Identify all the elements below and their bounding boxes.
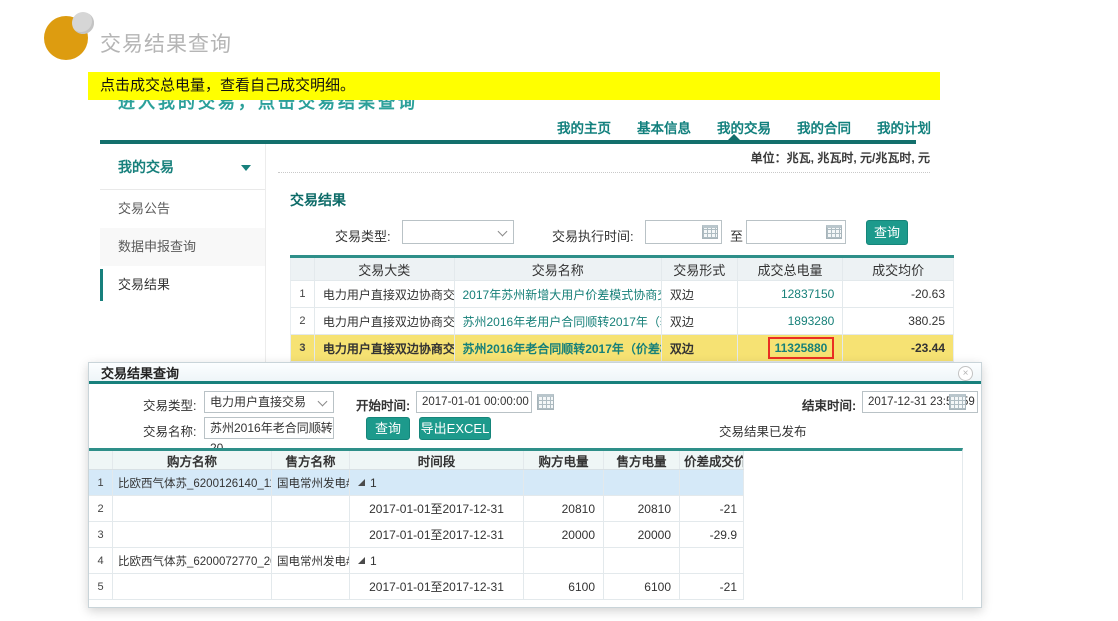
trade-name-link[interactable]: 2017年苏州新增大用户价差模式协商交易	[463, 286, 662, 303]
calendar-icon[interactable]	[702, 225, 718, 239]
sidebar-item-trade-notice[interactable]: 交易公告	[100, 190, 265, 228]
chevron-down-icon	[498, 227, 508, 237]
detail-row-group[interactable]: 4 比欧西气体苏_6200072770_20kV 国电常州发电#1-2 1	[89, 548, 744, 574]
col-sell-volume: 售方电量	[604, 451, 680, 469]
sidebar: 我的交易 交易公告 数据申报查询 交易结果	[100, 144, 266, 362]
obscured-heading: 进入我的交易，点击交易结果查询成交	[118, 100, 418, 111]
trade-type-select[interactable]	[402, 220, 514, 244]
detail-row-group-selected[interactable]: 1 比欧西气体苏_6200126140_110kV 国电常州发电#1-2 1	[89, 470, 744, 496]
chevron-down-icon	[241, 165, 251, 171]
expand-triangle-icon[interactable]	[358, 557, 365, 564]
logo-dot-icon	[72, 12, 94, 34]
tab-basic-info[interactable]: 基本信息	[636, 117, 692, 137]
screen: 交易结果查询 点击成交总电量，查看自己成交明细。 进入我的交易，点击交易结果查询…	[0, 0, 1118, 621]
table-row: 1 电力用户直接双边协商交易 2017年苏州新增大用户价差模式协商交易 双边 1…	[290, 281, 954, 308]
query-button[interactable]: 查询	[866, 220, 908, 245]
col-buy-volume: 购方电量	[524, 451, 604, 469]
detail-table: 购方名称 售方名称 时间段 购方电量 售方电量 价差成交价格 1 比欧西气体苏_…	[89, 448, 963, 600]
dialog-title-bar[interactable]: 交易结果查询 ×	[89, 363, 981, 384]
dialog-type-select[interactable]: 电力用户直接交易	[204, 391, 334, 413]
exec-time-to-input[interactable]	[746, 220, 846, 244]
col-period: 时间段	[350, 451, 524, 469]
calendar-icon[interactable]	[537, 394, 554, 410]
trade-result-dialog: 交易结果查询 × 交易类型: 电力用户直接交易 开始时间: 2017-01-01…	[88, 362, 982, 608]
table-row: 2 电力用户直接双边协商交易 苏州2016年老用户合同顺转2017年（输配模式）…	[290, 308, 954, 335]
detail-row[interactable]: 5 2017-01-01至2017-12-31 6100 6100 -21	[89, 574, 744, 600]
to-label: 至	[730, 226, 743, 245]
total-volume-link[interactable]: 12837150	[781, 287, 834, 301]
col-spread-price: 价差成交价格	[680, 451, 744, 469]
export-excel-button[interactable]: 导出EXCEL	[419, 417, 491, 440]
annotation-banner: 点击成交总电量，查看自己成交明细。	[88, 72, 940, 100]
total-volume-link[interactable]: 1893280	[788, 314, 835, 328]
chevron-down-icon	[318, 397, 328, 407]
trade-name-link[interactable]: 苏州2016年老用户合同顺转2017年（输配模式）	[463, 313, 662, 330]
page-title: 交易结果查询	[100, 28, 232, 58]
content-divider	[278, 172, 930, 173]
trade-name-link[interactable]: 苏州2016年老合同顺转2017年（价差模式）	[463, 340, 662, 357]
col-total-volume: 成交总电量	[738, 258, 844, 280]
tab-my-plan[interactable]: 我的计划	[876, 117, 932, 137]
trade-name-select[interactable]: 苏州2016年老合同顺转20	[204, 417, 334, 439]
trade-type-label: 交易类型:	[335, 226, 391, 245]
tab-my-home[interactable]: 我的主页	[556, 117, 612, 137]
units-note: 单位：兆瓦, 兆瓦时, 元/兆瓦时, 元	[600, 149, 930, 166]
total-volume-link-callout[interactable]: 11325880	[768, 337, 835, 359]
annotation-text: 点击成交总电量，查看自己成交明细。	[88, 72, 940, 100]
col-buyer: 购方名称	[113, 451, 272, 469]
exec-time-label: 交易执行时间:	[552, 226, 634, 245]
dialog-title: 交易结果查询	[89, 363, 981, 384]
dialog-query-button[interactable]: 查询	[366, 417, 410, 440]
exec-time-from-input[interactable]	[645, 220, 722, 244]
col-seller: 售方名称	[272, 451, 350, 469]
detail-row[interactable]: 3 2017-01-01至2017-12-31 20000 20000 -29.…	[89, 522, 744, 548]
detail-table-header: 购方名称 售方名称 时间段 购方电量 售方电量 价差成交价格	[89, 451, 744, 470]
publish-status: 交易结果已发布	[719, 421, 807, 440]
start-time-input[interactable]: 2017-01-01 00:00:00	[416, 391, 532, 413]
sidebar-item-trade-result[interactable]: 交易结果	[100, 266, 265, 304]
top-nav: 我的主页 基本信息 我的交易 我的合同 我的计划	[556, 117, 932, 137]
sidebar-header-my-trade[interactable]: 我的交易	[100, 144, 265, 190]
calendar-icon[interactable]	[949, 394, 966, 410]
start-time-label: 开始时间:	[356, 395, 410, 414]
col-name: 交易名称	[455, 258, 662, 280]
dialog-type-label: 交易类型:	[143, 395, 196, 414]
tab-my-trade[interactable]: 我的交易	[716, 117, 772, 137]
detail-row[interactable]: 2 2017-01-01至2017-12-31 20810 20810 -21	[89, 496, 744, 522]
sidebar-item-data-declare-query[interactable]: 数据申报查询	[100, 228, 265, 266]
results-table-header: 交易大类 交易名称 交易形式 成交总电量 成交均价	[290, 258, 954, 281]
col-form: 交易形式	[662, 258, 738, 280]
col-avg-price: 成交均价	[843, 258, 953, 280]
col-category: 交易大类	[315, 258, 455, 280]
expand-triangle-icon[interactable]	[358, 479, 365, 486]
tab-my-contract[interactable]: 我的合同	[796, 117, 852, 137]
end-time-label: 结束时间:	[802, 395, 856, 414]
section-title: 交易结果	[290, 190, 346, 210]
close-icon[interactable]: ×	[958, 366, 973, 381]
table-row-highlighted: 3 电力用户直接双边协商交易 苏州2016年老合同顺转2017年（价差模式） 双…	[290, 335, 954, 362]
trade-name-label: 交易名称:	[143, 421, 196, 440]
calendar-icon[interactable]	[826, 225, 842, 239]
